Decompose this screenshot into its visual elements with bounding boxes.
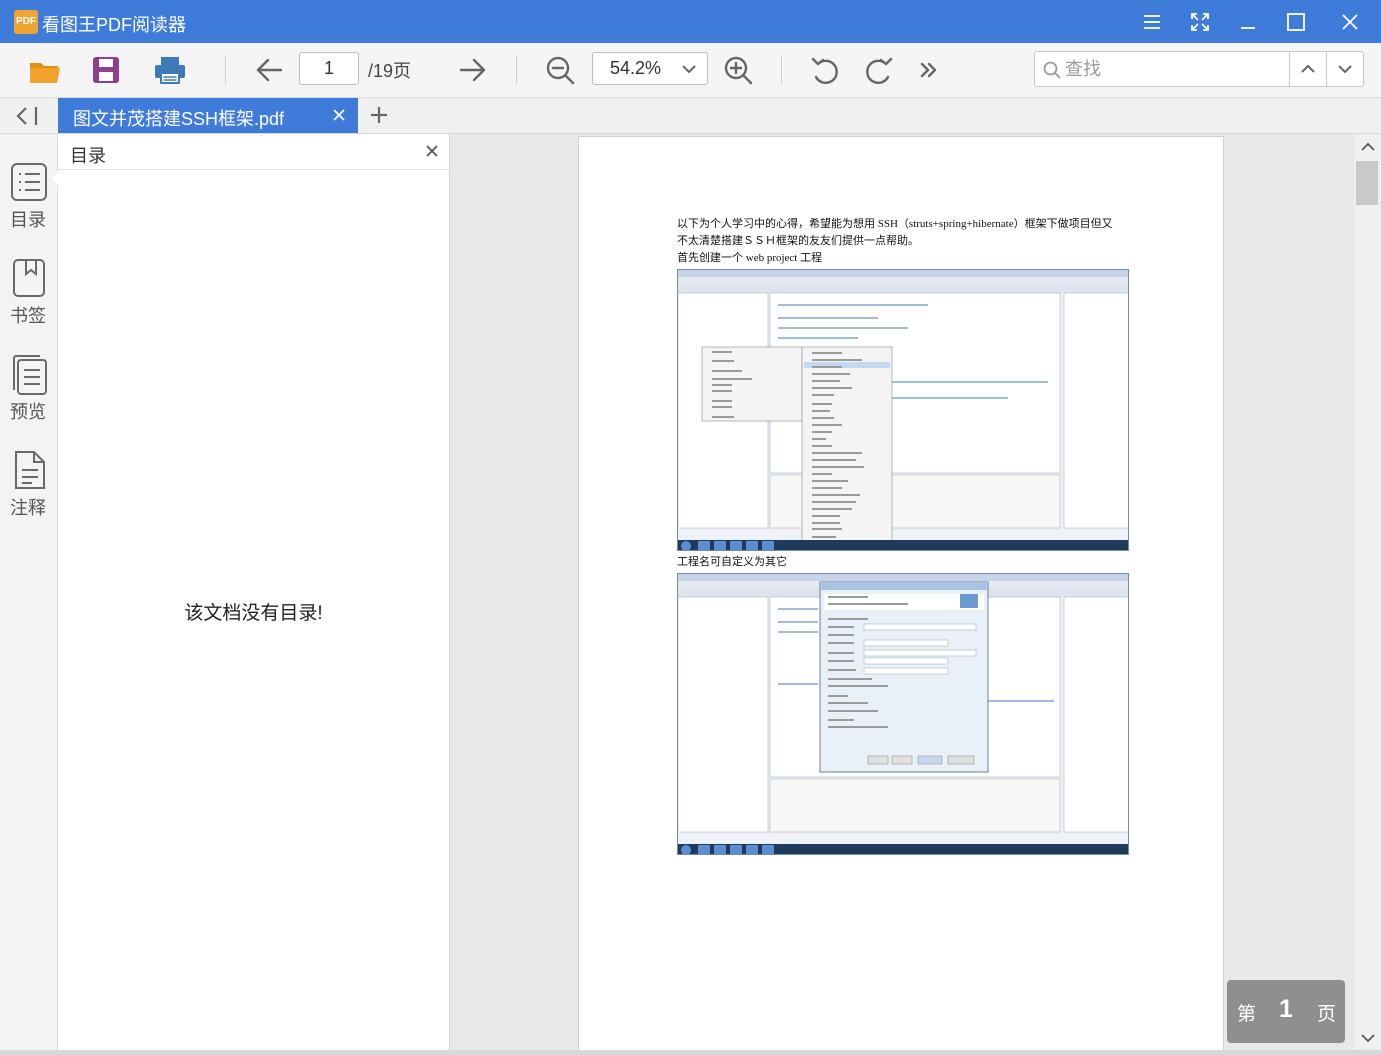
rotate-right-icon [866, 57, 893, 85]
zoom-out-button[interactable] [542, 53, 578, 87]
rotate-left-icon [811, 57, 838, 85]
preview-icon [13, 355, 47, 395]
search-box [1034, 51, 1364, 87]
chevron-down-icon [1338, 65, 1352, 74]
chevron-down-icon [682, 65, 696, 74]
side-rail: 目录 书签 预览 注释 [0, 134, 60, 1055]
rail-label: 书签 [10, 306, 46, 326]
minimize-button[interactable] [1234, 8, 1262, 36]
outline-header: 目录 [58, 134, 449, 170]
page-indicator-badge: 第 1 页 [1227, 980, 1345, 1043]
tab-label: 图文并茂搭建SSH框架.pdf [73, 109, 285, 129]
rail-label: 注释 [10, 498, 46, 518]
zoom-out-icon [546, 56, 575, 85]
page-text-line: 工程名可自定义为其它 [677, 556, 787, 568]
app-logo: PDF [14, 10, 38, 34]
outline-title: 目录 [70, 146, 106, 166]
rail-item-outline[interactable]: 目录 [0, 156, 58, 242]
next-page-button[interactable] [455, 53, 491, 87]
pdf-page: 以下为个人学习中的心得，希望能为想用 SSH（struts+spring+hib… [578, 136, 1224, 1052]
page-total-label: /19页 [368, 61, 412, 81]
maximize-button[interactable] [1282, 8, 1310, 36]
page-text-line: 不太清楚搭建ＳＳＨ框架的友友们提供一点帮助。 [677, 235, 919, 247]
rail-item-preview[interactable]: 预览 [0, 348, 58, 434]
rail-item-bookmarks[interactable]: 书签 [0, 252, 58, 338]
rail-label: 预览 [10, 402, 46, 422]
page-number-input[interactable] [299, 52, 359, 85]
plus-icon [371, 107, 387, 123]
outline-empty-message: 该文档没有目录! [184, 603, 323, 624]
toolbar-separator [225, 56, 226, 84]
collapse-left-icon [16, 107, 38, 125]
close-icon [1342, 14, 1358, 30]
page-image-new-project-menu [677, 269, 1129, 551]
scroll-down-icon[interactable] [1361, 1033, 1375, 1043]
fullscreen-icon [1191, 13, 1209, 31]
outline-panel: 目录 该文档没有目录! [58, 134, 450, 1055]
vertical-scrollbar[interactable] [1354, 134, 1381, 1055]
page-badge-number: 1 [1279, 995, 1293, 1023]
maximize-icon [1287, 13, 1305, 31]
folder-icon [30, 63, 60, 83]
chevron-up-icon [1301, 64, 1315, 73]
open-file-button[interactable] [28, 53, 64, 87]
rail-label: 目录 [10, 210, 46, 230]
collapse-sidebar-button[interactable] [14, 104, 42, 128]
zoom-in-button[interactable] [720, 53, 756, 87]
annotation-icon [15, 451, 45, 489]
minimize-icon [1241, 27, 1255, 29]
search-icon [1043, 61, 1061, 79]
print-button[interactable] [152, 53, 188, 87]
ide-screenshot-image [678, 270, 1128, 550]
hamburger-icon [1144, 15, 1160, 29]
list-icon [11, 163, 47, 201]
previous-page-button[interactable] [251, 53, 287, 87]
fullscreen-button[interactable] [1186, 8, 1214, 36]
document-view[interactable]: 以下为个人学习中的心得，希望能为想用 SSH（struts+spring+hib… [450, 134, 1354, 1055]
page-image-new-web-project-dialog [677, 573, 1129, 855]
printer-icon [155, 57, 185, 84]
tab-bar: 图文并茂搭建SSH框架.pdf [0, 98, 1381, 134]
toolbar-separator [781, 56, 782, 84]
title-bar: PDF 看图王PDF阅读器 [0, 0, 1381, 43]
save-button[interactable] [88, 53, 124, 87]
search-previous-button[interactable] [1289, 52, 1326, 86]
rotate-right-button[interactable] [861, 53, 897, 87]
arrow-left-icon [256, 58, 283, 82]
toolbar-separator [516, 56, 517, 84]
search-input[interactable] [1065, 56, 1285, 82]
zoom-select[interactable]: 54.2% [592, 52, 708, 85]
rotate-left-button[interactable] [807, 53, 843, 87]
bookmark-icon [13, 259, 45, 297]
search-next-button[interactable] [1326, 52, 1363, 86]
arrow-right-icon [459, 58, 486, 82]
zoom-in-icon [724, 56, 753, 85]
app-title: 看图王PDF阅读器 [42, 15, 186, 35]
page-badge-prefix: 第 [1237, 1004, 1257, 1025]
scrollbar-thumb[interactable] [1356, 161, 1378, 205]
toolbar: /19页 54.2% [0, 43, 1381, 98]
ide-screenshot-image [678, 574, 1128, 854]
tab-document[interactable]: 图文并茂搭建SSH框架.pdf [58, 98, 358, 133]
page-badge-suffix: 页 [1317, 1004, 1337, 1025]
new-tab-button[interactable] [368, 104, 390, 126]
close-tab-icon[interactable] [332, 108, 346, 122]
menu-button[interactable] [1138, 8, 1166, 36]
status-strip [0, 1050, 1381, 1055]
page-text-line: 以下为个人学习中的心得，希望能为想用 SSH（struts+spring+hib… [677, 218, 1113, 230]
save-icon [93, 57, 119, 83]
scroll-up-icon[interactable] [1361, 142, 1375, 152]
rail-item-annotations[interactable]: 注释 [0, 444, 58, 530]
page-text-line: 首先创建一个 web project 工程 [677, 252, 823, 264]
double-chevron-right-icon [920, 62, 937, 78]
close-window-button[interactable] [1336, 8, 1364, 36]
zoom-value: 54.2% [610, 58, 662, 78]
close-icon[interactable] [425, 144, 439, 158]
more-tools-button[interactable] [911, 53, 947, 87]
